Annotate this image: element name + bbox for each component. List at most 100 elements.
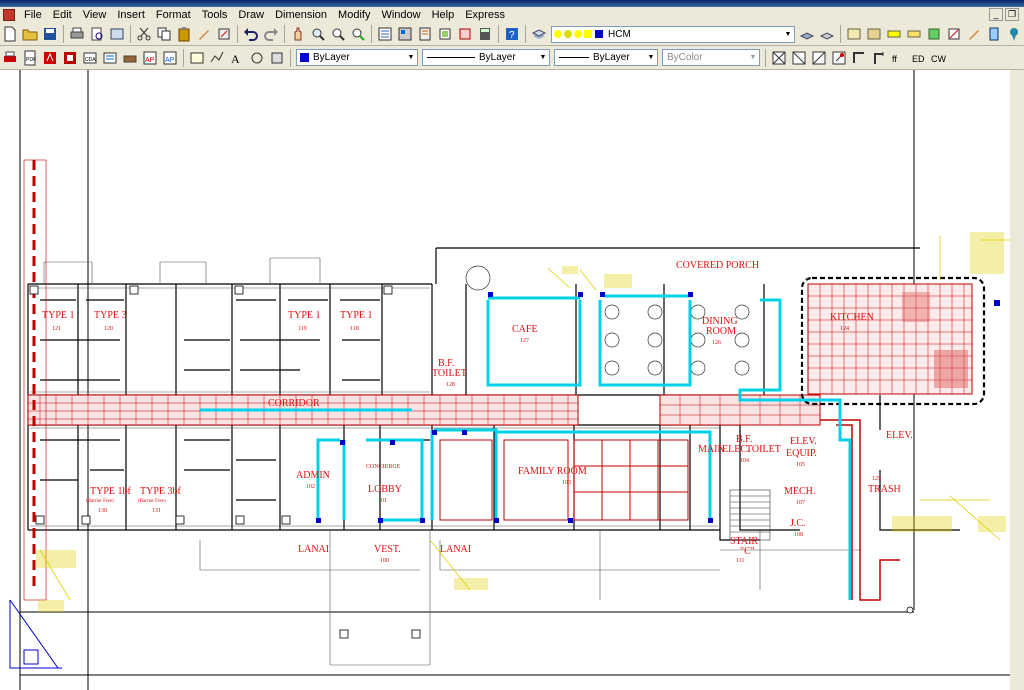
help-icon[interactable]: ? [504, 26, 520, 42]
layer-manager-icon[interactable] [531, 26, 547, 42]
dim-ordinate-icon[interactable] [831, 50, 847, 66]
svg-text:J.C.: J.C. [790, 518, 806, 529]
paste-icon[interactable] [176, 26, 192, 42]
plotstyle-dropdown[interactable]: ByColor ▼ [662, 49, 760, 66]
ap-icon-2[interactable]: AP [162, 50, 178, 66]
undo-icon[interactable] [243, 26, 259, 42]
minimize-button[interactable]: _ [989, 8, 1003, 21]
markup-icon[interactable] [457, 26, 473, 42]
redo-icon[interactable] [263, 26, 279, 42]
print-preview-icon[interactable] [89, 26, 105, 42]
cda2-icon[interactable] [102, 50, 118, 66]
cda-icon[interactable]: CDA [82, 50, 98, 66]
print-icon[interactable] [69, 26, 85, 42]
color-value: ByLayer [313, 52, 350, 63]
save-icon[interactable] [42, 26, 58, 42]
svg-text:127: 127 [520, 338, 529, 344]
express-layer-icon-6[interactable] [946, 26, 962, 42]
polyline-edit-icon[interactable] [209, 50, 225, 66]
map-pin-icon[interactable] [1006, 26, 1022, 42]
match-properties-icon[interactable] [196, 26, 212, 42]
express-layer-icon-3[interactable] [886, 26, 902, 42]
express-layer-icon-2[interactable] [866, 26, 882, 42]
stair [729, 489, 771, 541]
svg-text:111: 111 [736, 558, 745, 564]
dim-radius-icon[interactable] [851, 50, 867, 66]
layer-dropdown[interactable]: HCM ▼ [551, 25, 795, 43]
svg-text:LANAI: LANAI [298, 544, 329, 555]
calculator-icon[interactable] [477, 26, 493, 42]
batch-plot-icon[interactable] [122, 50, 138, 66]
menu-express[interactable]: Express [460, 7, 511, 23]
express-layer-icon-7[interactable] [966, 26, 982, 42]
zoom-realtime-icon[interactable] [310, 26, 326, 42]
lineweight-swatch [559, 57, 589, 58]
menu-tools[interactable]: Tools [197, 7, 234, 23]
menu-insert[interactable]: Insert [112, 7, 151, 23]
dim-aligned-icon[interactable] [791, 50, 807, 66]
drawing-canvas[interactable]: TYPE 1 121 TYPE 3 120 TYPE 1 119 TYPE 1 … [0, 70, 1024, 690]
publish-icon[interactable] [109, 26, 125, 42]
menu-draw[interactable]: Draw [233, 7, 270, 23]
region-icon[interactable] [269, 50, 285, 66]
plotstyle-value: ByColor [667, 52, 703, 63]
restore-button[interactable]: ❐ [1005, 8, 1019, 21]
menu-window[interactable]: Window [376, 7, 426, 23]
right-tool-palette[interactable] [1010, 70, 1024, 690]
design-center-icon[interactable] [397, 26, 413, 42]
dim-angular-icon[interactable] [811, 50, 827, 66]
copy-icon[interactable] [156, 26, 172, 42]
dim-offset-icon[interactable]: ff [891, 50, 907, 66]
menu-file[interactable]: File [19, 7, 48, 23]
menu-view[interactable]: View [78, 7, 113, 23]
block-editor-icon[interactable] [216, 26, 232, 42]
cut-icon[interactable] [136, 26, 152, 42]
dim-cw-icon[interactable]: CW [931, 50, 947, 66]
svg-text:TOILET: TOILET [432, 368, 467, 379]
acrobat-icon[interactable] [42, 50, 58, 66]
layer-name: HCM [608, 28, 631, 40]
acrobat-review-icon[interactable] [62, 50, 78, 66]
sheet-set-icon[interactable] [437, 26, 453, 42]
svg-text:104: 104 [740, 458, 749, 464]
chevron-down-icon: ▼ [749, 54, 757, 61]
menu-modify[interactable]: Modify [333, 7, 376, 23]
zoom-previous-icon[interactable] [350, 26, 366, 42]
express-layer-icon-1[interactable] [846, 26, 862, 42]
pan-icon[interactable] [290, 26, 306, 42]
menu-dimension[interactable]: Dimension [270, 7, 333, 23]
corridor-hatch [23, 159, 821, 601]
menu-help[interactable]: Help [427, 7, 461, 23]
plot-icon[interactable] [2, 50, 18, 66]
zoom-window-icon[interactable] [330, 26, 346, 42]
text-edit-icon[interactable]: A [229, 50, 245, 66]
standard-toolbar: ? HCM ▼ [0, 23, 1024, 46]
menu-edit[interactable]: Edit [48, 7, 78, 23]
circle-tool-icon[interactable] [249, 50, 265, 66]
express-layer-icon-8[interactable] [986, 26, 1002, 42]
new-file-icon[interactable] [2, 26, 18, 42]
select-all-icon[interactable] [189, 50, 205, 66]
dim-ed-icon[interactable]: ED [911, 50, 927, 66]
linetype-dropdown[interactable]: ByLayer ▼ [422, 49, 550, 66]
properties-icon[interactable] [377, 26, 393, 42]
tool-palettes-icon[interactable] [417, 26, 433, 42]
open-folder-icon[interactable] [22, 26, 38, 42]
svg-text:"C": "C" [740, 546, 755, 557]
app-icon[interactable] [3, 9, 15, 21]
express-layer-icon-4[interactable] [906, 26, 922, 42]
dim-linear-icon[interactable] [771, 50, 787, 66]
express-layer-icon-5[interactable] [926, 26, 942, 42]
layer-previous-icon[interactable] [819, 26, 835, 42]
svg-text:119: 119 [298, 326, 307, 332]
floor-plan[interactable]: TYPE 1 121 TYPE 3 120 TYPE 1 119 TYPE 1 … [0, 70, 1024, 690]
svg-text:105: 105 [796, 462, 805, 468]
ap-icon-1[interactable]: AP [142, 50, 158, 66]
pdf-export-icon[interactable]: PDF [22, 50, 38, 66]
make-current-layer-icon[interactable] [799, 26, 815, 42]
lineweight-dropdown[interactable]: ByLayer ▼ [554, 49, 658, 66]
dim-diameter-icon[interactable] [871, 50, 887, 66]
svg-text:ff: ff [892, 54, 897, 64]
color-dropdown[interactable]: ByLayer ▼ [296, 49, 418, 66]
menu-format[interactable]: Format [151, 7, 197, 23]
